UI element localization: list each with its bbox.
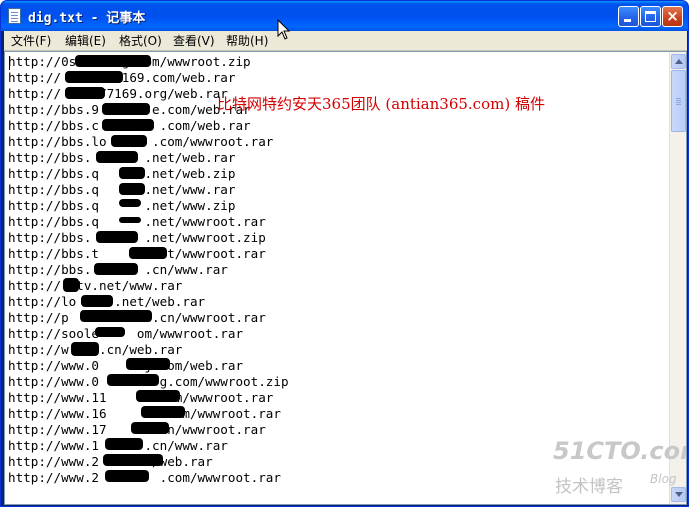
text-caret [9,56,10,70]
window-title: dig.txt - 记事本 [28,11,146,26]
close-button[interactable]: × [662,6,683,27]
redaction-mark [75,55,151,67]
redaction-mark [105,438,143,450]
text-line: http://www.1 .cn/www.rar [8,438,228,453]
minimize-icon [624,19,631,22]
redaction-mark [102,119,154,131]
redaction-mark [96,231,138,243]
redaction-mark [119,217,141,223]
arrow-down-icon [675,492,683,497]
text-line: http:// 7169.com/web.rar [8,70,236,85]
notepad-icon[interactable] [8,8,21,24]
redaction-mark [131,422,169,434]
menu-format[interactable]: 格式(O) [119,33,162,49]
menu-view[interactable]: 查看(V) [173,33,215,49]
redaction-mark [105,470,149,482]
watermark-logo: 51CTO.com [553,437,686,465]
text-line: http://soole om/wwwroot.rar [8,326,244,341]
scroll-up-button[interactable] [671,54,686,69]
redaction-mark [65,87,105,99]
text-line: http://lo .net/web.rar [8,294,206,309]
minimize-button[interactable] [618,6,639,27]
menu-edit[interactable]: 编辑(E) [65,33,106,49]
redaction-mark [80,310,152,322]
redaction-mark [107,374,159,386]
text-line: http://bbs. .net/wwwroot.zip [8,230,266,245]
redaction-mark [103,454,163,466]
scroll-down-button[interactable] [671,487,686,502]
text-line: http://w .cn/web.rar [8,342,183,357]
menu-bar: 文件(F) 编辑(E) 格式(O) 查看(V) 帮助(H) [4,31,687,51]
grip-icon [676,98,681,99]
redaction-mark [63,278,79,292]
text-editor[interactable]: http://0s g.com/wwwroot.zip http:// 7169.… [4,51,687,505]
close-icon: × [666,7,679,25]
attribution-overlay: 比特网特约安天365团队 (antian365.com) 稿件 [217,95,545,113]
menu-help[interactable]: 帮助(H) [226,33,268,49]
redaction-mark [95,327,125,337]
redaction-mark [81,295,113,307]
text-line: http://bbs.q .net/web.zip [8,166,236,181]
redaction-mark [94,263,138,275]
text-line: http://bbs.q .net/www.rar [8,182,236,197]
text-line: http://bbs.q .net/www.zip [8,198,236,213]
text-line: http://bbs. .net/web.rar [8,150,236,165]
title-bar[interactable]: dig.txt - 记事本 × [1,1,688,31]
scrollbar-thumb[interactable] [671,70,686,132]
redaction-mark [119,183,145,195]
redaction-mark [119,167,145,179]
text-line: http://bbs.lo .com/wwwroot.rar [8,134,274,149]
text-line: http:// tv.net/www.rar [8,278,183,293]
redaction-mark [111,135,147,147]
redaction-mark [129,247,167,259]
mouse-pointer-icon [277,19,291,40]
notepad-window: dig.txt - 记事本 × 文件(F) 编辑(E) 格式(O) 查看(V) … [0,0,689,507]
maximize-icon [645,11,656,22]
redaction-mark [126,358,170,370]
redaction-mark [141,406,185,418]
menu-file[interactable]: 文件(F) [11,33,51,49]
redaction-mark [102,103,150,115]
redaction-mark [96,151,138,163]
redaction-mark [136,390,180,402]
arrow-up-icon [675,59,683,64]
redaction-mark [119,199,141,207]
redaction-mark [71,342,99,356]
text-line: http://bbs. .cn/www.rar [8,262,228,277]
watermark-blog: Blog [650,472,677,486]
watermark-subtitle: 技术博客 [555,477,623,497]
text-line: http://bbs.q .net/wwwroot.rar [8,214,266,229]
redaction-mark [65,71,123,83]
maximize-button[interactable] [640,6,661,27]
